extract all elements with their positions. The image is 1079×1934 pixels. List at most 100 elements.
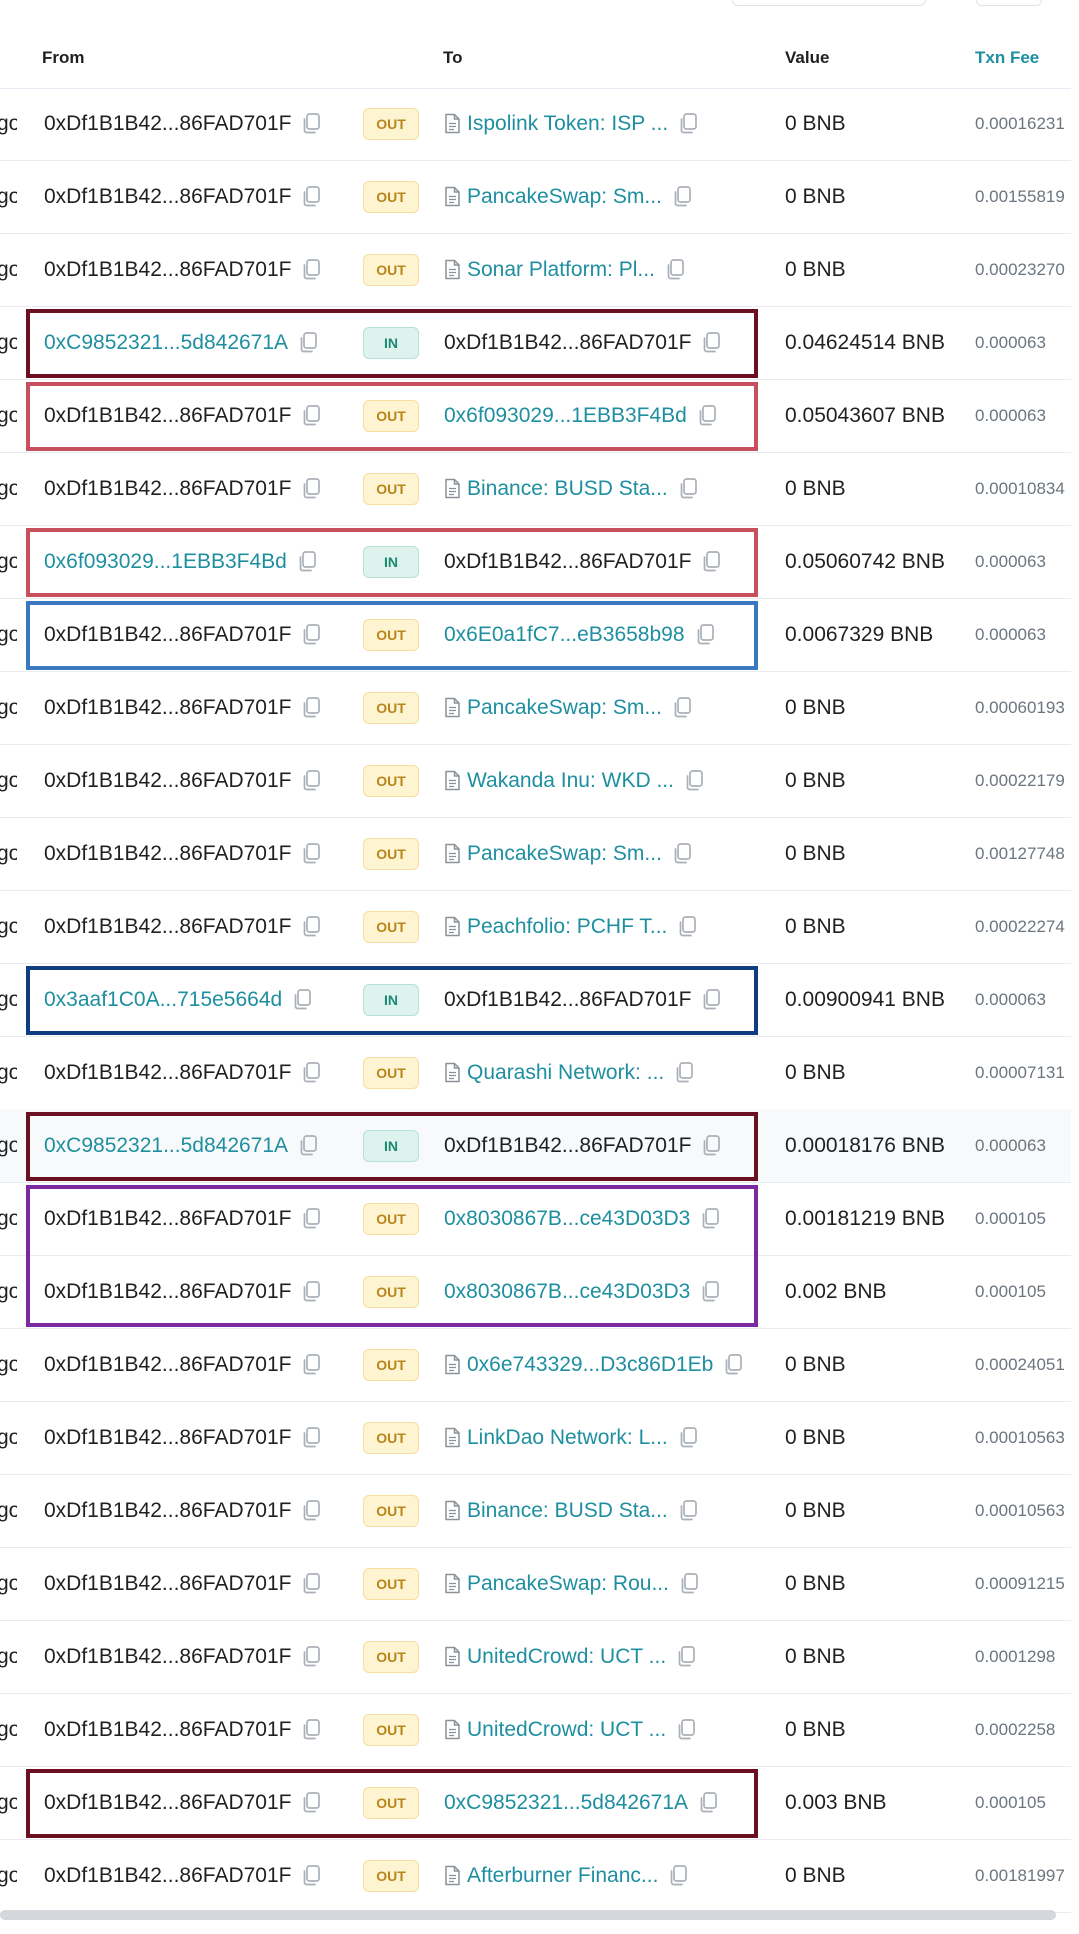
- value-amount: 0.002 BNB: [785, 1279, 887, 1303]
- copy-icon[interactable]: [301, 258, 322, 282]
- direction-cell: OUT: [363, 1766, 419, 1839]
- age-text: go: [0, 1352, 17, 1376]
- copy-icon[interactable]: [301, 623, 322, 647]
- copy-icon[interactable]: [668, 1864, 689, 1888]
- to-address[interactable]: 0x6f093029...1EBB3F4Bd: [444, 404, 687, 428]
- copy-icon[interactable]: [301, 477, 322, 501]
- from-address[interactable]: 0xC9852321...5d842671A: [44, 1134, 288, 1158]
- copy-icon[interactable]: [701, 550, 722, 574]
- options-control[interactable]: [976, 0, 1042, 6]
- from-address[interactable]: 0x3aaf1C0A...715e5664d: [44, 988, 282, 1012]
- to-address[interactable]: Peachfolio: PCHF T...: [467, 915, 667, 939]
- from-cell: 0xDf1B1B42...86FAD701F: [44, 160, 322, 233]
- txn-fee-amount: 0.00024051: [975, 1354, 1065, 1374]
- from-address[interactable]: 0x6f093029...1EBB3F4Bd: [44, 550, 287, 574]
- to-address[interactable]: Ispolink Token: ISP ...: [467, 112, 668, 136]
- copy-icon[interactable]: [672, 185, 693, 209]
- copy-icon[interactable]: [301, 112, 322, 136]
- copy-icon[interactable]: [695, 623, 716, 647]
- copy-icon[interactable]: [301, 1353, 322, 1377]
- to-address[interactable]: Afterburner Financ...: [467, 1864, 658, 1888]
- from-address: 0xDf1B1B42...86FAD701F: [44, 1206, 292, 1230]
- to-address[interactable]: 0x6E0a1fC7...eB3658b98: [444, 623, 685, 647]
- copy-icon[interactable]: [301, 1645, 322, 1669]
- direction-cell: OUT: [363, 671, 419, 744]
- copy-icon[interactable]: [701, 331, 722, 355]
- horizontal-scrollbar[interactable]: [0, 1910, 1056, 1920]
- to-address[interactable]: Quarashi Network: ...: [467, 1061, 664, 1085]
- copy-icon[interactable]: [301, 1718, 322, 1742]
- copy-icon[interactable]: [676, 1718, 697, 1742]
- to-address[interactable]: 0xC9852321...5d842671A: [444, 1791, 688, 1815]
- copy-icon[interactable]: [301, 696, 322, 720]
- copy-icon[interactable]: [301, 404, 322, 428]
- to-address[interactable]: LinkDao Network: L...: [467, 1426, 668, 1450]
- value-cell: 0 BNB: [785, 1328, 846, 1401]
- from-cell: 0xDf1B1B42...86FAD701F: [44, 671, 322, 744]
- copy-icon[interactable]: [301, 1791, 322, 1815]
- copy-icon[interactable]: [701, 988, 722, 1012]
- to-address[interactable]: Wakanda Inu: WKD ...: [467, 769, 674, 793]
- value-amount: 0 BNB: [785, 111, 846, 135]
- to-address[interactable]: Binance: BUSD Sta...: [467, 1499, 668, 1523]
- table-row: go 0xDf1B1B42...86FAD701F OUT Peachfolio: P…: [0, 890, 1071, 964]
- to-address[interactable]: UnitedCrowd: UCT ...: [467, 1718, 666, 1742]
- direction-cell: OUT: [363, 1182, 419, 1255]
- copy-icon[interactable]: [301, 1061, 322, 1085]
- copy-icon[interactable]: [698, 1791, 719, 1815]
- copy-icon[interactable]: [700, 1280, 721, 1304]
- copy-icon[interactable]: [301, 1207, 322, 1231]
- to-address: 0xDf1B1B42...86FAD701F: [444, 330, 692, 354]
- copy-icon[interactable]: [678, 1426, 699, 1450]
- copy-icon[interactable]: [301, 915, 322, 939]
- to-address[interactable]: 0x6e743329...D3c86D1Eb: [467, 1353, 713, 1377]
- copy-icon[interactable]: [301, 1280, 322, 1304]
- copy-icon[interactable]: [301, 1572, 322, 1596]
- copy-icon[interactable]: [678, 1499, 699, 1523]
- to-address[interactable]: PancakeSwap: Sm...: [467, 842, 662, 866]
- copy-icon[interactable]: [292, 988, 313, 1012]
- copy-icon[interactable]: [672, 842, 693, 866]
- copy-icon[interactable]: [684, 769, 705, 793]
- from-cell: 0xDf1B1B42...86FAD701F: [44, 1474, 322, 1547]
- copy-icon[interactable]: [700, 1207, 721, 1231]
- copy-icon[interactable]: [678, 477, 699, 501]
- copy-icon[interactable]: [697, 404, 718, 428]
- to-address[interactable]: PancakeSwap: Rou...: [467, 1572, 669, 1596]
- column-header-txn-fee[interactable]: Txn Fee: [975, 48, 1039, 68]
- filter-control[interactable]: [732, 0, 926, 6]
- copy-icon[interactable]: [301, 185, 322, 209]
- direction-badge: OUT: [363, 1202, 419, 1235]
- copy-icon[interactable]: [676, 1645, 697, 1669]
- copy-icon[interactable]: [301, 1499, 322, 1523]
- copy-icon[interactable]: [723, 1353, 744, 1377]
- copy-icon[interactable]: [301, 1864, 322, 1888]
- to-address[interactable]: PancakeSwap: Sm...: [467, 696, 662, 720]
- from-address[interactable]: 0xC9852321...5d842671A: [44, 331, 288, 355]
- from-cell: 0x3aaf1C0A...715e5664d: [44, 963, 313, 1036]
- to-address[interactable]: PancakeSwap: Sm...: [467, 185, 662, 209]
- copy-icon[interactable]: [678, 112, 699, 136]
- copy-icon[interactable]: [672, 696, 693, 720]
- copy-icon[interactable]: [665, 258, 686, 282]
- copy-icon[interactable]: [301, 1426, 322, 1450]
- from-cell: 0xDf1B1B42...86FAD701F: [44, 1839, 322, 1912]
- copy-icon[interactable]: [301, 842, 322, 866]
- copy-icon[interactable]: [679, 1572, 700, 1596]
- copy-icon[interactable]: [298, 331, 319, 355]
- to-address[interactable]: Binance: BUSD Sta...: [467, 477, 668, 501]
- copy-icon[interactable]: [701, 1134, 722, 1158]
- txn-fee-amount: 0.000063: [975, 1135, 1046, 1155]
- to-address[interactable]: UnitedCrowd: UCT ...: [467, 1645, 666, 1669]
- to-address[interactable]: Sonar Platform: Pl...: [467, 258, 655, 282]
- copy-icon[interactable]: [297, 550, 318, 574]
- to-address[interactable]: 0x8030867B...ce43D03D3: [444, 1280, 690, 1304]
- copy-icon[interactable]: [298, 1134, 319, 1158]
- from-address: 0xDf1B1B42...86FAD701F: [44, 841, 292, 865]
- to-address[interactable]: 0x8030867B...ce43D03D3: [444, 1207, 690, 1231]
- copy-icon[interactable]: [674, 1061, 695, 1085]
- copy-icon[interactable]: [677, 915, 698, 939]
- copy-icon[interactable]: [301, 769, 322, 793]
- table-row: go 0xDf1B1B42...86FAD701F OUT Afterburner F…: [0, 1839, 1071, 1913]
- txn-fee-amount: 0.00023270: [975, 259, 1065, 279]
